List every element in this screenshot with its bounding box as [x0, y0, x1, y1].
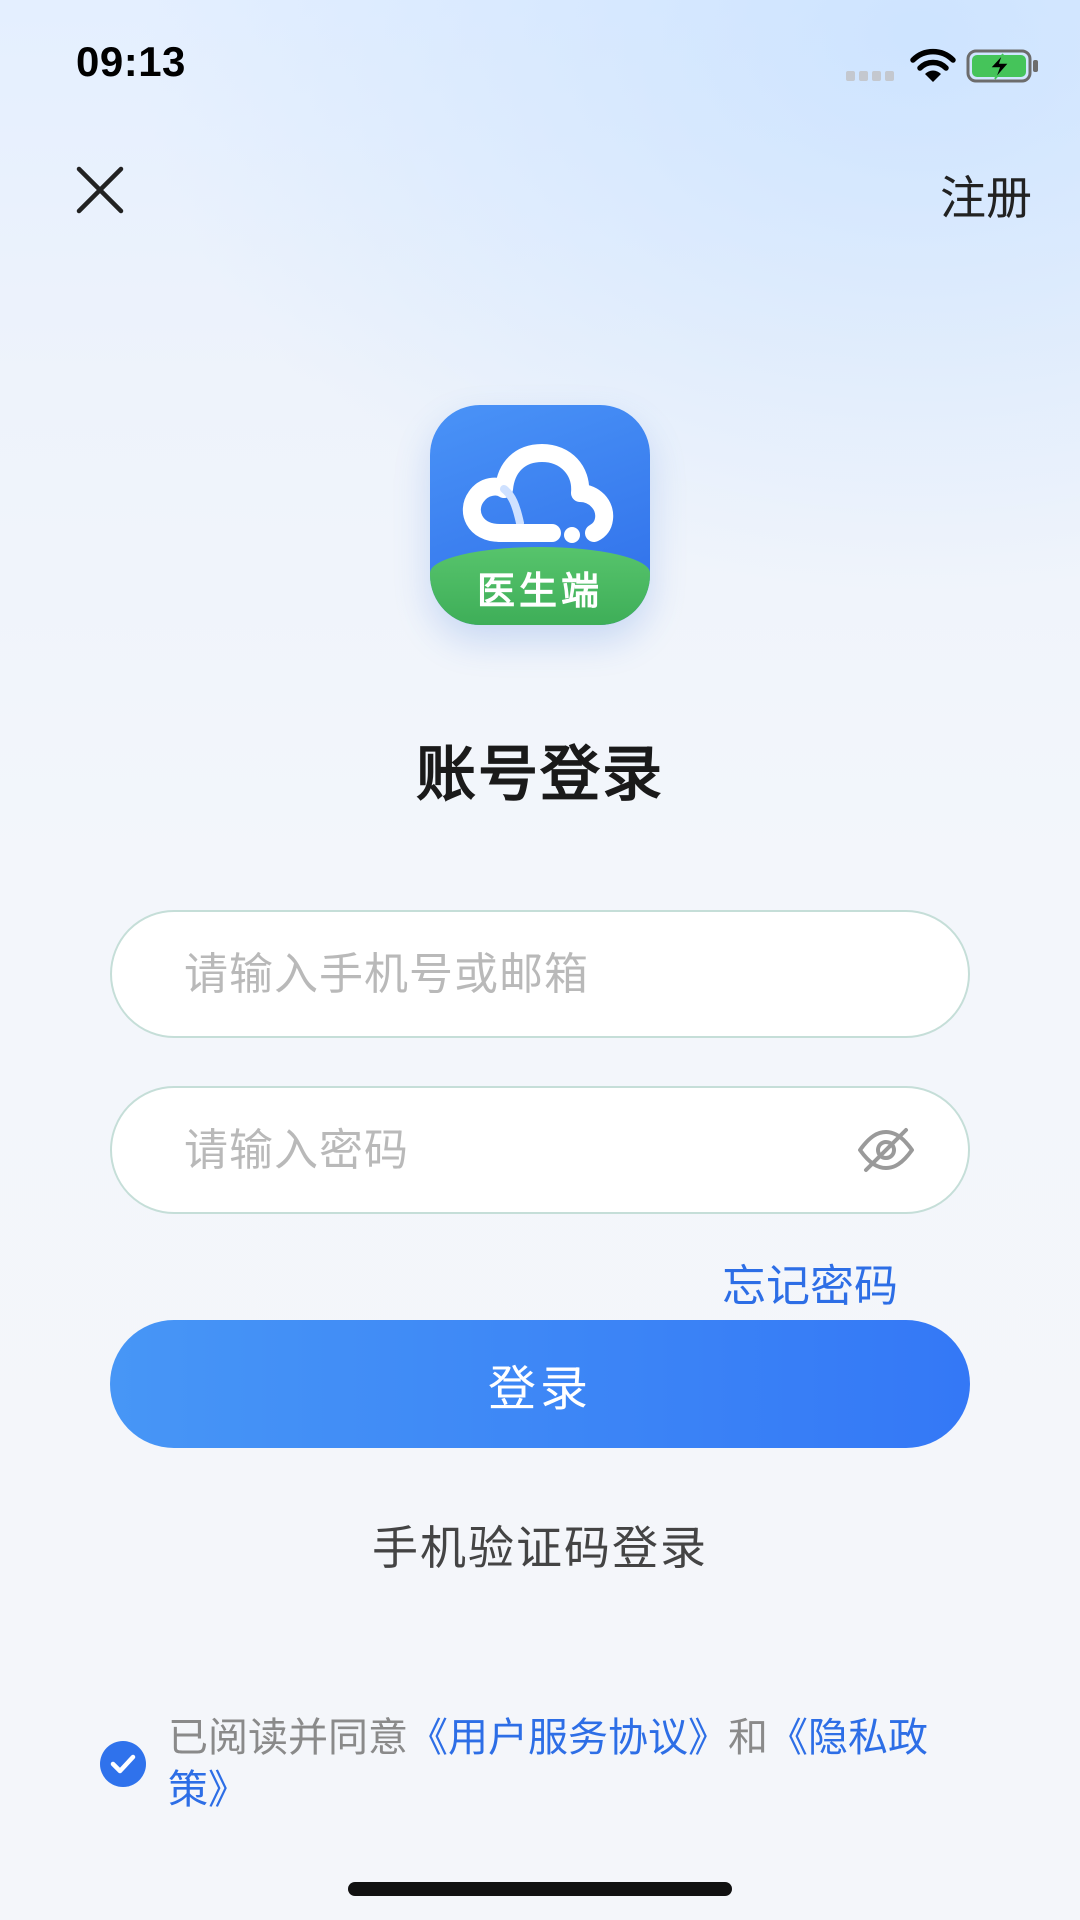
cellular-signal-icon [846, 71, 894, 81]
password-input[interactable] [184, 1088, 864, 1212]
terms-link[interactable]: 《用户服务协议》 [408, 1715, 728, 1761]
phone-email-input[interactable] [184, 912, 864, 1036]
status-bar: 09:13 [0, 0, 1080, 130]
agreement-checkbox[interactable] [100, 1741, 146, 1787]
eye-off-icon[interactable] [856, 1124, 916, 1176]
forgot-password-link[interactable]: 忘记密码 [722, 1250, 898, 1314]
agreement-text: 已阅读并同意《用户服务协议》和《隐私政策》 [168, 1712, 928, 1816]
battery-charging-icon [966, 49, 1038, 83]
app-logo: 医生端 [430, 405, 650, 625]
logo-badge-text: 医生端 [476, 569, 603, 613]
home-indicator [348, 1882, 732, 1896]
sms-code-login-link[interactable]: 手机验证码登录 [0, 1512, 1080, 1578]
check-icon [110, 1754, 136, 1774]
register-link[interactable]: 注册 [940, 162, 1032, 228]
close-icon [76, 166, 124, 214]
login-button[interactable]: 登录 [110, 1320, 970, 1448]
agreement-conjunction: 和 [728, 1715, 768, 1761]
agreement-prefix: 已阅读并同意 [168, 1715, 408, 1761]
wifi-icon [910, 48, 956, 82]
page-title: 账号登录 [416, 740, 664, 810]
cloud-icon [463, 444, 614, 543]
phone-email-field-container [110, 910, 970, 1038]
close-button[interactable] [60, 150, 140, 230]
status-time: 09:13 [76, 38, 186, 85]
password-field-container [110, 1086, 970, 1214]
